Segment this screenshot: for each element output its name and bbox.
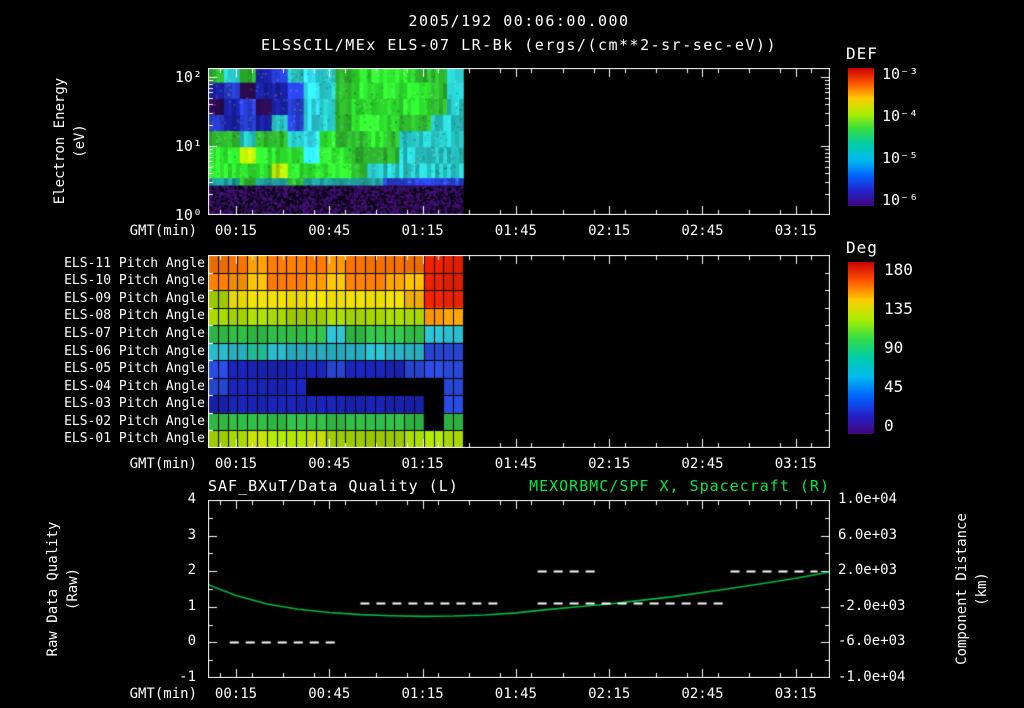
gmt-axis-label: GMT(min) — [129, 456, 197, 472]
x-tick-label: 02:15 — [588, 686, 631, 702]
pitch-row-label: ELS-09 Pitch Angle — [64, 290, 205, 306]
quality-distance-canvas — [208, 500, 830, 678]
pitch-row-label: ELS-10 Pitch Angle — [64, 273, 205, 289]
def-colorbar — [848, 68, 874, 206]
energy-tick-label: 10⁰ — [174, 206, 202, 224]
pitch-row-label: ELS-08 Pitch Angle — [64, 308, 205, 324]
x-tick-label: 01:45 — [494, 223, 537, 239]
distance-tick-label: -2.0e+03 — [838, 597, 906, 614]
electron-energy-axis-label: Electron Energy (eV) — [52, 77, 88, 205]
pitch-row-label: ELS-01 Pitch Angle — [64, 431, 205, 447]
science-plot-page: 2005/192 00:06:00.000 ELSSCIL/MEx ELS-07… — [0, 0, 1024, 708]
x-tick-label: 00:45 — [308, 456, 351, 472]
x-tick-label: 00:45 — [308, 223, 351, 239]
quality-tick-label: -1 — [179, 669, 196, 685]
x-tick-label: 02:45 — [681, 686, 724, 702]
quality-plot-title-right: MEXORBMC/SPF X, Spacecraft (R) — [529, 477, 830, 495]
distance-tick-label: 1.0e+04 — [838, 491, 898, 507]
x-tick-label: 03:15 — [774, 686, 817, 702]
page-title: 2005/192 00:06:00.000 — [408, 12, 630, 30]
plot-title: ELSSCIL/MEx ELS-07 LR-Bk (ergs/(cm**2-sr… — [260, 36, 777, 54]
x-tick-label: 02:15 — [588, 223, 631, 239]
gmt-axis-label: GMT(min) — [129, 686, 197, 702]
deg-colorbar — [848, 262, 874, 434]
x-tick-label: 01:15 — [401, 456, 444, 472]
distance-tick-label: 6.0e+03 — [838, 526, 898, 543]
pitch-row-label: ELS-06 Pitch Angle — [64, 343, 205, 359]
component-distance-axis-label: Component Distance (km) — [954, 513, 990, 665]
def-colorbar-tick-label: 10⁻⁴ — [882, 107, 919, 125]
x-tick-label: 01:15 — [401, 686, 444, 702]
x-tick-label: 02:45 — [681, 456, 724, 472]
pitch-row-label: ELS-02 Pitch Angle — [64, 413, 205, 429]
quality-tick-label: 3 — [187, 526, 196, 543]
quality-tick-label: 1 — [187, 597, 196, 614]
deg-colorbar-tick-label: 180 — [884, 260, 913, 279]
distance-tick-label: 2.0e+03 — [838, 562, 898, 579]
x-tick-label: 02:15 — [588, 456, 631, 472]
pitch-row-label: ELS-03 Pitch Angle — [64, 396, 205, 412]
distance-tick-label: -6.0e+03 — [838, 633, 906, 650]
deg-colorbar-tick-label: 45 — [884, 377, 904, 396]
quality-tick-label: 4 — [187, 491, 196, 507]
deg-colorbar-tick-label: 0 — [884, 416, 894, 435]
energy-tick-label: 10² — [174, 67, 202, 86]
x-tick-label: 00:15 — [214, 223, 258, 239]
pitch-angle-canvas — [208, 255, 830, 448]
distance-tick-label: -1.0e+04 — [838, 669, 906, 685]
deg-colorbar-tick-label: 135 — [884, 299, 913, 318]
pitch-row-label: ELS-11 Pitch Angle — [64, 255, 205, 271]
pitch-row-label: ELS-04 Pitch Angle — [64, 378, 205, 394]
x-tick-label: 01:45 — [494, 456, 537, 472]
quality-tick-label: 2 — [187, 562, 196, 579]
deg-colorbar-tick-label: 90 — [884, 338, 904, 357]
gmt-axis-label: GMT(min) — [129, 223, 197, 239]
energy-tick-label: 10¹ — [174, 136, 202, 155]
deg-colorbar-title: Deg — [846, 238, 878, 257]
def-colorbar-title: DEF — [846, 44, 878, 63]
quality-tick-label: 0 — [187, 633, 196, 650]
x-tick-label: 00:15 — [214, 686, 258, 702]
x-tick-label: 03:15 — [774, 456, 817, 472]
x-tick-label: 00:45 — [308, 686, 351, 702]
def-colorbar-tick-label: 10⁻³ — [882, 65, 919, 83]
x-tick-label: 01:45 — [494, 686, 537, 702]
def-colorbar-tick-label: 10⁻⁵ — [882, 149, 919, 167]
x-tick-label: 00:15 — [214, 456, 258, 472]
def-colorbar-tick-label: 10⁻⁶ — [882, 191, 919, 209]
raw-data-quality-axis-label: Raw Data Quality (Raw) — [45, 521, 81, 657]
x-tick-label: 01:15 — [401, 223, 444, 239]
pitch-row-label: ELS-07 Pitch Angle — [64, 325, 205, 341]
x-tick-label: 03:15 — [774, 223, 817, 239]
pitch-row-label: ELS-05 Pitch Angle — [64, 361, 205, 377]
electron-energy-spectrogram-canvas — [208, 68, 830, 215]
x-tick-label: 02:45 — [681, 223, 724, 239]
